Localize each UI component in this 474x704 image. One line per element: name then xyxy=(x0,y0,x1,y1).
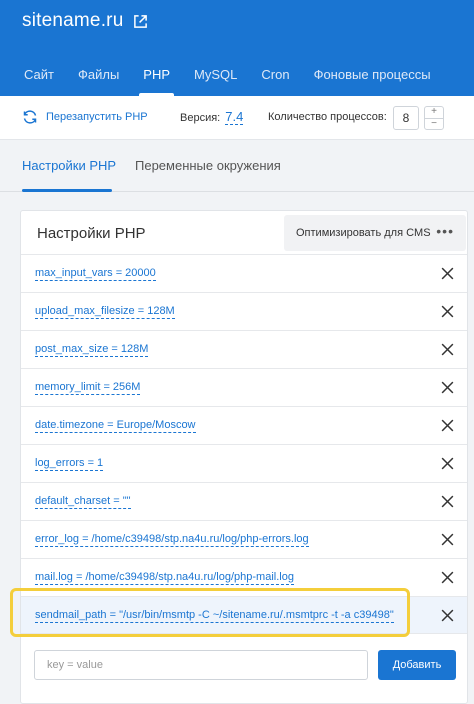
decrement-button[interactable]: − xyxy=(425,118,443,129)
version-select[interactable]: 7.4 xyxy=(225,109,244,125)
setting-value[interactable]: upload_max_filesize = 128M xyxy=(35,305,175,319)
setting-row: max_input_vars = 20000 xyxy=(21,254,467,292)
processes-label: Количество процессов: xyxy=(268,111,387,123)
highlight-frame xyxy=(10,588,410,637)
close-icon[interactable] xyxy=(440,304,455,319)
close-icon[interactable] xyxy=(440,570,455,585)
setting-value[interactable]: post_max_size = 128M xyxy=(35,343,149,357)
close-icon[interactable] xyxy=(440,608,455,623)
setting-value[interactable]: mail.log = /home/c39498/stp.na4u.ru/log/… xyxy=(35,571,294,585)
restart-php-label: Перезапустить PHP xyxy=(46,111,148,123)
add-button[interactable]: Добавить xyxy=(378,650,456,680)
close-icon[interactable] xyxy=(440,494,455,509)
tab-php[interactable]: PHP xyxy=(131,64,182,96)
external-link-icon[interactable] xyxy=(133,14,148,29)
more-icon[interactable]: ••• xyxy=(436,223,454,239)
setting-row: post_max_size = 128M xyxy=(21,330,467,368)
card-title: Настройки PHP xyxy=(37,225,146,242)
new-setting-input[interactable] xyxy=(34,650,368,680)
site-title: sitename.ru xyxy=(22,10,148,32)
setting-value[interactable]: memory_limit = 256M xyxy=(35,381,141,395)
tab-site[interactable]: Сайт xyxy=(12,64,66,96)
processes-stepper: + − xyxy=(424,106,444,130)
setting-row: upload_max_filesize = 128M xyxy=(21,292,467,330)
setting-value[interactable]: error_log = /home/c39498/stp.na4u.ru/log… xyxy=(35,533,309,547)
processes-input[interactable]: 8 xyxy=(393,106,419,130)
setting-value[interactable]: date.timezone = Europe/Moscow xyxy=(35,419,196,433)
setting-row: log_errors = 1 xyxy=(21,444,467,482)
tab-mysql[interactable]: MySQL xyxy=(182,64,249,96)
restart-php-button[interactable]: Перезапустить PHP xyxy=(22,109,148,125)
version-label: Версия: xyxy=(180,112,221,124)
tab-cron[interactable]: Cron xyxy=(249,64,301,96)
subtab-environment-variables[interactable]: Переменные окружения xyxy=(135,158,281,173)
setting-value[interactable]: default_charset = "" xyxy=(35,495,131,509)
setting-row: memory_limit = 256M xyxy=(21,368,467,406)
site-name: sitename.ru xyxy=(22,10,124,31)
app-header: sitename.ru Сайт Файлы PHP MySQL Cron Фо… xyxy=(0,0,474,96)
close-icon[interactable] xyxy=(440,456,455,471)
setting-row: date.timezone = Europe/Moscow xyxy=(21,406,467,444)
refresh-icon xyxy=(23,110,37,124)
setting-value[interactable]: log_errors = 1 xyxy=(35,457,104,471)
subtab-php-settings[interactable]: Настройки PHP xyxy=(22,158,116,173)
close-icon[interactable] xyxy=(440,266,455,281)
close-icon[interactable] xyxy=(440,532,455,547)
close-icon[interactable] xyxy=(440,418,455,433)
tab-background-processes[interactable]: Фоновые процессы xyxy=(302,64,443,96)
close-icon[interactable] xyxy=(440,342,455,357)
tab-files[interactable]: Файлы xyxy=(66,64,131,96)
php-version: Версия: 7.4 xyxy=(180,109,244,125)
settings-subtabs: Настройки PHP Переменные окружения xyxy=(0,140,474,192)
active-subtab-indicator xyxy=(22,189,112,192)
close-icon[interactable] xyxy=(440,380,455,395)
setting-row: default_charset = "" xyxy=(21,482,467,520)
setting-value[interactable]: max_input_vars = 20000 xyxy=(35,267,156,281)
setting-row: error_log = /home/c39498/stp.na4u.ru/log… xyxy=(21,520,467,558)
optimize-label: Оптимизировать для CMS xyxy=(296,227,431,239)
optimize-for-cms-button[interactable]: Оптимизировать для CMS ••• xyxy=(284,215,466,251)
increment-button[interactable]: + xyxy=(425,107,443,118)
main-tabs: Сайт Файлы PHP MySQL Cron Фоновые процес… xyxy=(12,64,443,96)
